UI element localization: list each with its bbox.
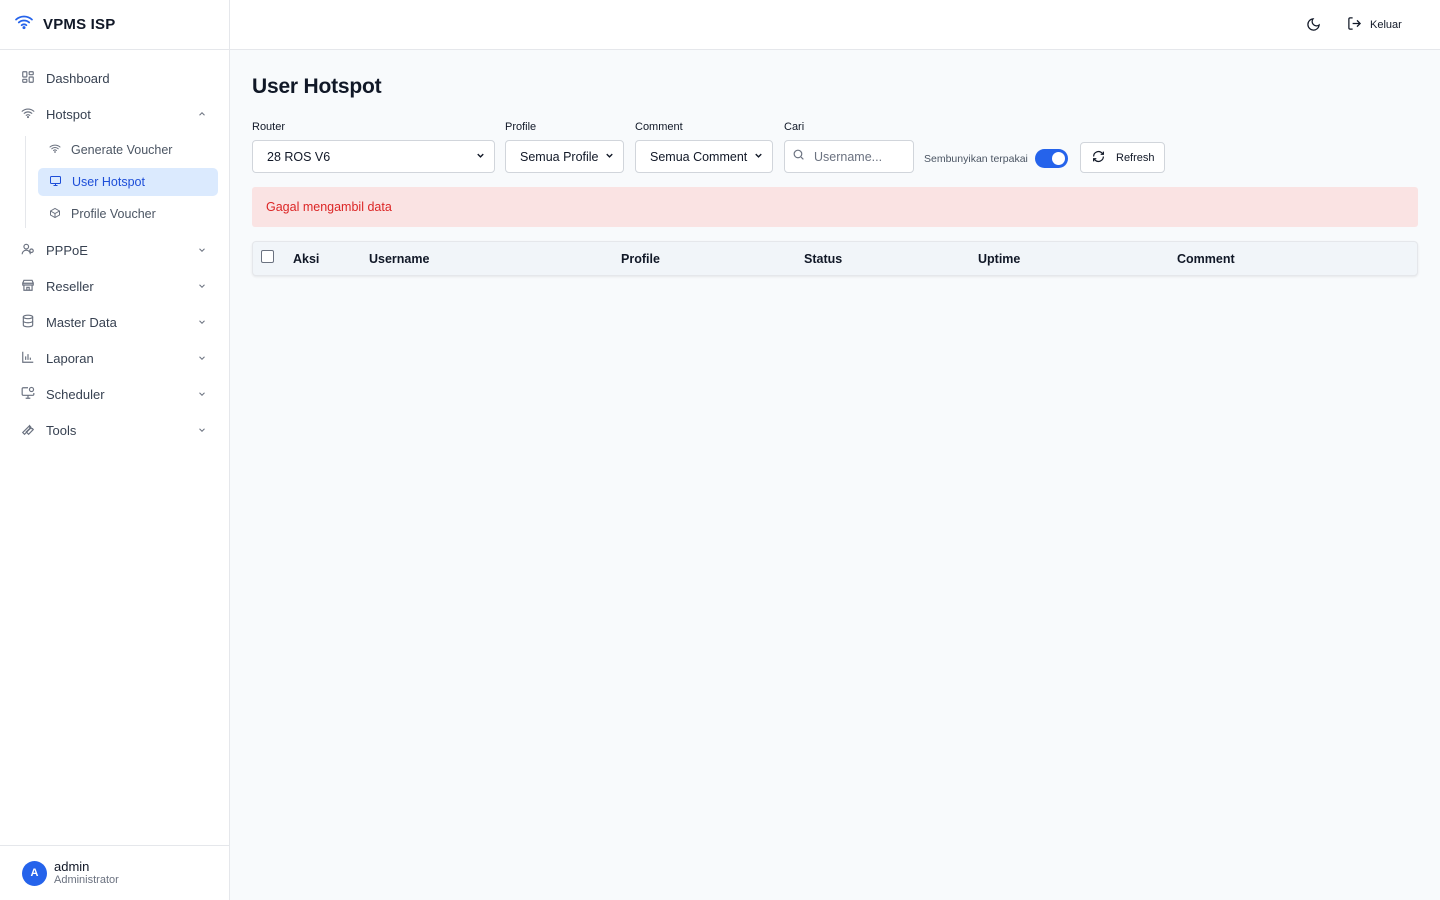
sidebar-item-label: Tools <box>46 422 77 438</box>
store-icon <box>21 278 35 295</box>
chevron-down-icon <box>197 351 207 366</box>
avatar: A <box>22 860 47 886</box>
chevron-down-icon <box>604 150 615 164</box>
refresh-label: Refresh <box>1116 151 1155 164</box>
sidebar: VPMS ISP Dashboard Hotspot Generate Vouc… <box>0 0 230 900</box>
router-filter: Router 28 ROS V6 <box>252 121 495 173</box>
column-header-aksi: Aksi <box>293 252 320 266</box>
sidebar-item-generate-voucher[interactable]: Generate Voucher <box>38 136 218 164</box>
hotspot-submenu: Generate Voucher User Hotspot Profile Vo… <box>25 136 229 228</box>
hide-used-toggle-group: Sembunyikan terpakai <box>924 149 1068 168</box>
sidebar-item-label: Reseller <box>46 278 94 294</box>
users-table: Aksi Username Profile Status Uptime Comm… <box>252 241 1418 276</box>
monitor-icon <box>49 175 62 190</box>
sidebar-item-scheduler[interactable]: Scheduler <box>0 376 229 412</box>
box-icon <box>49 207 61 222</box>
search-label: Cari <box>784 121 805 133</box>
chevron-down-icon <box>197 243 207 258</box>
users-icon <box>21 242 35 259</box>
search-input[interactable]: Username... <box>784 140 914 173</box>
topbar: Keluar <box>230 0 1440 50</box>
bar-chart-icon <box>21 350 35 367</box>
sidebar-item-label: Profile Voucher <box>71 207 156 221</box>
chevron-up-icon <box>197 107 207 122</box>
sidebar-item-hotspot[interactable]: Hotspot <box>0 96 229 132</box>
wrench-icon <box>21 422 35 439</box>
grid-icon <box>21 70 35 87</box>
chevron-down-icon <box>197 387 207 402</box>
sidebar-item-label: Scheduler <box>46 386 105 402</box>
user-name: admin <box>54 859 90 874</box>
sidebar-item-user-hotspot[interactable]: User Hotspot <box>38 168 218 196</box>
sidebar-item-dashboard[interactable]: Dashboard <box>0 60 229 96</box>
column-header-profile[interactable]: Profile <box>621 252 660 266</box>
column-header-status[interactable]: Status <box>804 252 842 266</box>
user-role: Administrator <box>54 874 119 886</box>
search-placeholder: Username... <box>814 149 883 164</box>
user-profile[interactable]: A admin Administrator <box>0 845 229 900</box>
chevron-down-icon <box>753 150 764 164</box>
column-header-username[interactable]: Username <box>369 252 429 266</box>
refresh-icon <box>1092 150 1105 166</box>
hide-used-toggle[interactable] <box>1034 149 1068 168</box>
error-alert: Gagal mengambil data <box>252 187 1418 227</box>
sidebar-item-label: Hotspot <box>46 106 91 122</box>
search-icon <box>792 148 805 166</box>
comment-filter: Comment Semua Comment <box>635 121 773 173</box>
router-label: Router <box>252 121 286 133</box>
comment-select-value: Semua Comment <box>650 149 748 164</box>
profile-select-value: Semua Profile <box>520 149 599 164</box>
brand[interactable]: VPMS ISP <box>0 0 229 50</box>
column-header-uptime[interactable]: Uptime <box>978 252 1020 266</box>
hide-used-label: Sembunyikan terpakai <box>924 152 1028 165</box>
logout-button[interactable]: Keluar <box>1347 16 1402 34</box>
wifi-icon <box>49 143 61 157</box>
sidebar-item-label: Laporan <box>46 350 94 366</box>
comment-select[interactable]: Semua Comment <box>635 140 773 173</box>
profile-select[interactable]: Semua Profile <box>505 140 624 173</box>
comment-label: Comment <box>635 121 683 133</box>
sidebar-nav: Dashboard Hotspot Generate Voucher User … <box>0 50 229 448</box>
refresh-button[interactable]: Refresh <box>1080 142 1165 173</box>
error-message: Gagal mengambil data <box>266 200 392 214</box>
wifi-icon <box>14 14 34 35</box>
moon-icon[interactable] <box>1306 17 1322 33</box>
search-filter: Cari Username... <box>784 121 914 173</box>
brand-title: VPMS ISP <box>43 16 116 33</box>
sidebar-item-reseller[interactable]: Reseller <box>0 268 229 304</box>
chevron-down-icon <box>197 423 207 438</box>
sidebar-item-label: Dashboard <box>46 70 110 86</box>
wifi-icon <box>21 106 35 123</box>
router-select[interactable]: 28 ROS V6 <box>252 140 495 173</box>
router-select-value: 28 ROS V6 <box>267 149 331 164</box>
logout-icon <box>1347 16 1362 34</box>
sidebar-item-profile-voucher[interactable]: Profile Voucher <box>38 200 218 228</box>
profile-label: Profile <box>505 121 537 133</box>
logout-label: Keluar <box>1370 19 1402 31</box>
toggle-knob <box>1051 152 1065 165</box>
chevron-down-icon <box>475 150 486 164</box>
database-icon <box>21 314 35 331</box>
sidebar-item-pppoe[interactable]: PPPoE <box>0 232 229 268</box>
column-header-comment[interactable]: Comment <box>1177 252 1235 266</box>
monitor-clock-icon <box>21 386 35 403</box>
sidebar-item-tools[interactable]: Tools <box>0 412 229 448</box>
page-title: User Hotspot <box>252 75 382 98</box>
sidebar-item-label: PPPoE <box>46 242 88 258</box>
sidebar-item-label: User Hotspot <box>72 175 145 189</box>
chevron-down-icon <box>197 315 207 330</box>
sidebar-item-laporan[interactable]: Laporan <box>0 340 229 376</box>
sidebar-item-label: Master Data <box>46 314 117 330</box>
sidebar-item-master-data[interactable]: Master Data <box>0 304 229 340</box>
profile-filter: Profile Semua Profile <box>505 121 624 173</box>
select-all-checkbox[interactable] <box>261 250 274 263</box>
sidebar-item-label: Generate Voucher <box>71 143 173 157</box>
chevron-down-icon <box>197 279 207 294</box>
